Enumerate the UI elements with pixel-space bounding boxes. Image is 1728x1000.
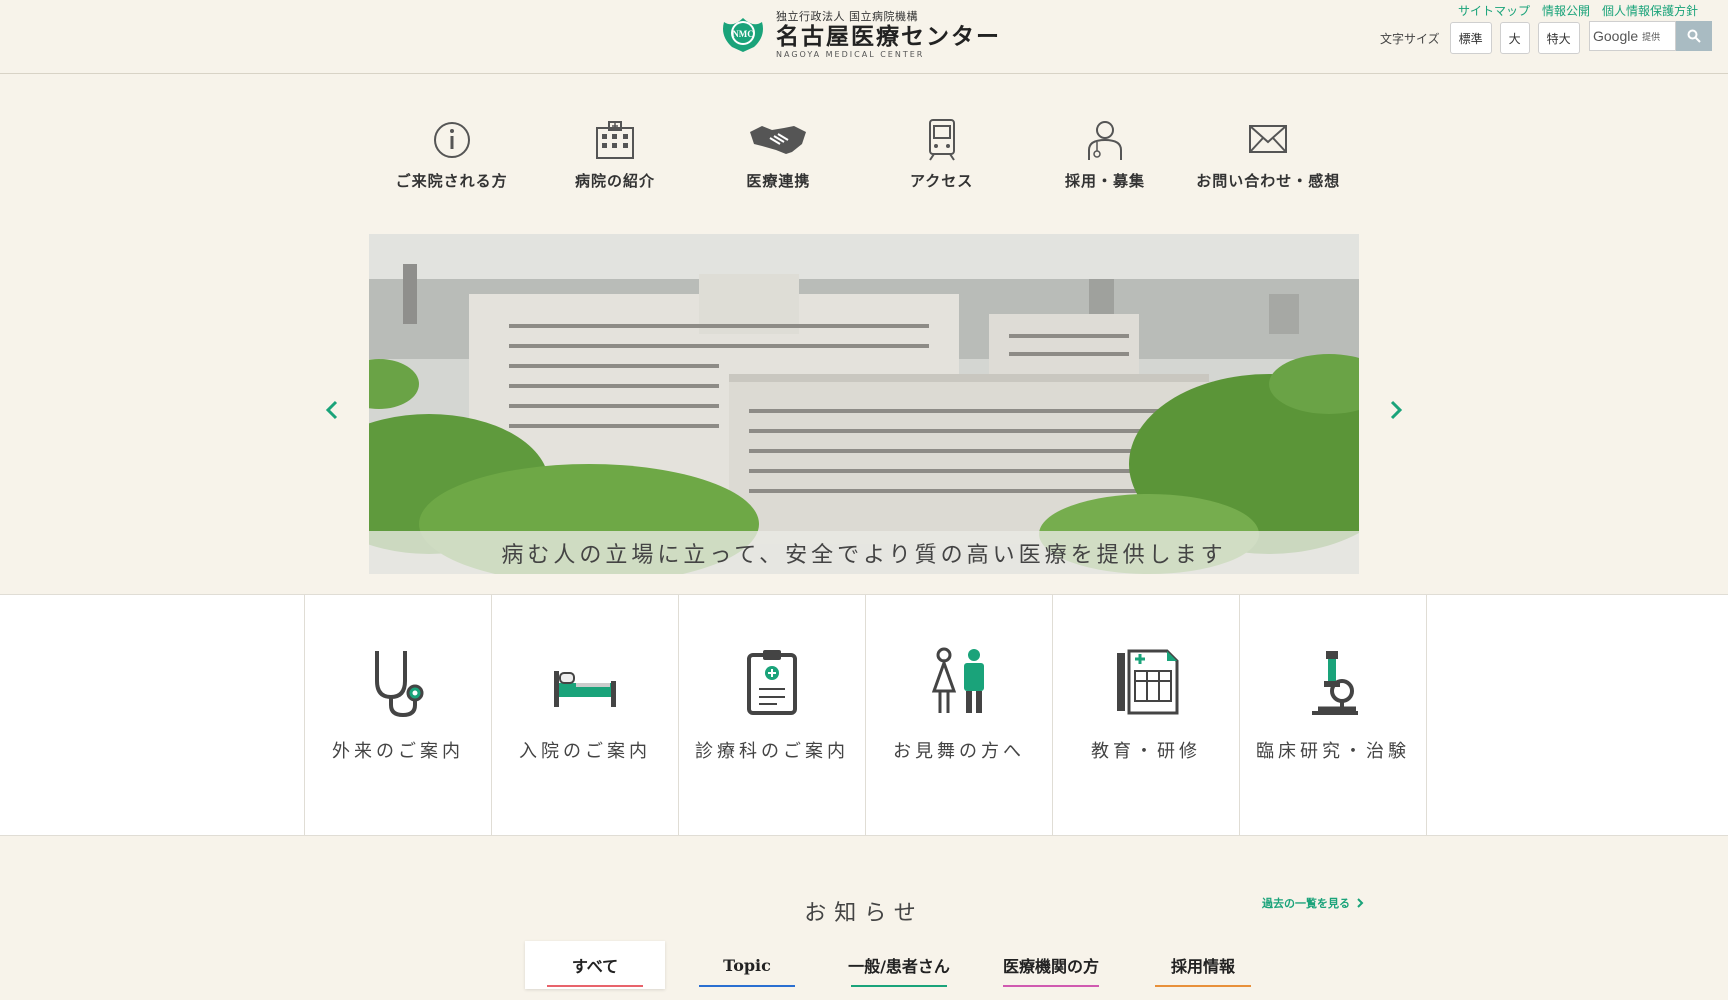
category-label: 教育・研修 bbox=[1091, 741, 1201, 762]
category-label: 臨床研究・治験 bbox=[1256, 741, 1410, 762]
nav-label: 採用・募集 bbox=[1064, 172, 1145, 190]
nav-about[interactable]: 病院の紹介 bbox=[533, 118, 696, 198]
logo-text: 独立行政法人 国立病院機構 名古屋医療センター NAGOYA MEDICAL C… bbox=[776, 8, 1001, 59]
category-outpatient[interactable]: 外来のご案内 bbox=[304, 595, 491, 835]
global-nav: ご来院される方 病院の紹介 医療連携 アクセス 採用・募集 お問い合わせ・感想 bbox=[370, 118, 1350, 198]
slider-next-icon[interactable] bbox=[1386, 398, 1406, 422]
utility-links: サイトマップ 情報公開 個人情報保護方針 bbox=[1458, 2, 1698, 19]
nav-label: 医療連携 bbox=[746, 172, 811, 190]
org-name: 名古屋医療センター bbox=[776, 24, 1001, 50]
search-input[interactable]: Google 提供 bbox=[1589, 21, 1676, 51]
category-label: 入院のご案内 bbox=[519, 741, 651, 762]
news-tab-label: すべて bbox=[571, 957, 619, 976]
train-icon bbox=[928, 119, 955, 161]
news-archive-link[interactable]: 過去の一覧を見る bbox=[1262, 895, 1364, 911]
textbook-icon bbox=[1117, 649, 1179, 715]
emblem-icon: NMC bbox=[723, 17, 763, 52]
slider-prev-icon[interactable] bbox=[322, 398, 342, 422]
hero-slider: 病む人の立場に立って、安全でより質の高い医療を提供します bbox=[369, 234, 1359, 574]
site-search: Google 提供 bbox=[1589, 21, 1712, 51]
news-tab-medical[interactable]: 医療機関の方 bbox=[981, 941, 1121, 989]
category-inpatient[interactable]: 入院のご案内 bbox=[491, 595, 678, 835]
nav-recruit[interactable]: 採用・募集 bbox=[1023, 118, 1186, 198]
search-icon bbox=[1687, 29, 1701, 43]
search-brand: Google bbox=[1593, 28, 1639, 44]
tab-underline bbox=[1155, 985, 1251, 987]
hospital-photo bbox=[369, 234, 1359, 574]
org-subtitle: 独立行政法人 国立病院機構 bbox=[776, 10, 918, 23]
person-icon bbox=[1087, 121, 1122, 160]
news-heading: お知らせ bbox=[804, 901, 924, 926]
news-tab-label: 採用情報 bbox=[1170, 957, 1235, 976]
hospital-icon bbox=[595, 121, 634, 159]
category-departments[interactable]: 診療科のご案内 bbox=[678, 595, 865, 835]
font-size-xlarge-button[interactable]: 特大 bbox=[1537, 22, 1580, 54]
news-tabs: すべて Topic 一般/患者さん 医療機関の方 採用情報 bbox=[525, 941, 1273, 989]
bed-icon bbox=[554, 671, 616, 707]
nav-label: ご来院される方 bbox=[395, 172, 508, 190]
site-header: NMC 独立行政法人 国立病院機構 名古屋医療センター NAGOYA MEDIC… bbox=[0, 0, 1728, 74]
category-label: 外来のご案内 bbox=[332, 741, 464, 762]
tab-underline bbox=[851, 985, 947, 987]
news-archive-label: 過去の一覧を見る bbox=[1262, 897, 1350, 910]
tab-underline bbox=[1003, 985, 1099, 987]
disclosure-link[interactable]: 情報公開 bbox=[1542, 2, 1590, 19]
category-label: お見舞の方へ bbox=[893, 741, 1025, 762]
microscope-icon bbox=[1312, 651, 1358, 715]
clipboard-icon bbox=[747, 650, 797, 715]
nav-label: お問い合わせ・感想 bbox=[1196, 172, 1341, 190]
news-tab-label: 医療機関の方 bbox=[1002, 957, 1099, 976]
category-visitors[interactable]: お見舞の方へ bbox=[865, 595, 1052, 835]
site-logo[interactable]: NMC 独立行政法人 国立病院機構 名古屋医療センター NAGOYA MEDIC… bbox=[718, 8, 1001, 59]
category-education[interactable]: 教育・研修 bbox=[1052, 595, 1239, 835]
search-button[interactable] bbox=[1676, 21, 1712, 51]
nav-visitors[interactable]: ご来院される方 bbox=[370, 118, 533, 198]
news-tab-topic[interactable]: Topic bbox=[677, 941, 817, 989]
category-band: 外来のご案内 入院のご案内 診療科のご案内 お見舞の方へ 教育・研修 臨床研究・… bbox=[0, 594, 1728, 836]
font-size-label: 文字サイズ bbox=[1380, 31, 1440, 46]
info-icon bbox=[433, 122, 470, 158]
nav-label: アクセス bbox=[910, 172, 974, 190]
chevron-right-icon bbox=[1357, 898, 1364, 908]
category-list: 外来のご案内 入院のご案内 診療科のご案内 お見舞の方へ 教育・研修 臨床研究・… bbox=[304, 595, 1427, 835]
news-tab-recruit[interactable]: 採用情報 bbox=[1133, 941, 1273, 989]
visitors-icon bbox=[931, 647, 984, 713]
tab-underline bbox=[699, 985, 795, 987]
nav-collaboration[interactable]: 医療連携 bbox=[697, 118, 860, 198]
search-provided-label: 提供 bbox=[1642, 31, 1661, 42]
font-size-switcher: 文字サイズ 標準 大 特大 bbox=[1380, 22, 1580, 54]
nav-contact[interactable]: お問い合わせ・感想 bbox=[1187, 118, 1350, 198]
sitemap-link[interactable]: サイトマップ bbox=[1458, 2, 1530, 19]
category-research[interactable]: 臨床研究・治験 bbox=[1239, 595, 1427, 835]
stethoscope-icon bbox=[375, 651, 424, 717]
font-size-large-button[interactable]: 大 bbox=[1499, 22, 1530, 54]
font-size-standard-button[interactable]: 標準 bbox=[1449, 22, 1492, 54]
hero-caption: 病む人の立場に立って、安全でより質の高い医療を提供します bbox=[369, 531, 1359, 574]
privacy-policy-link[interactable]: 個人情報保護方針 bbox=[1602, 2, 1698, 19]
news-tab-label: 一般/患者さん bbox=[848, 957, 950, 976]
news-tab-label: Topic bbox=[723, 955, 771, 975]
nav-access[interactable]: アクセス bbox=[860, 118, 1023, 198]
news-tab-general[interactable]: 一般/患者さん bbox=[829, 941, 969, 989]
org-name-en: NAGOYA MEDICAL CENTER bbox=[776, 50, 925, 59]
nav-label: 病院の紹介 bbox=[574, 172, 655, 190]
category-label: 診療科のご案内 bbox=[695, 741, 849, 762]
news-tab-all[interactable]: すべて bbox=[525, 941, 665, 989]
mail-icon bbox=[1249, 125, 1288, 153]
emblem-text: NMC bbox=[732, 29, 754, 39]
handshake-icon bbox=[750, 126, 807, 154]
tab-underline bbox=[547, 985, 643, 987]
